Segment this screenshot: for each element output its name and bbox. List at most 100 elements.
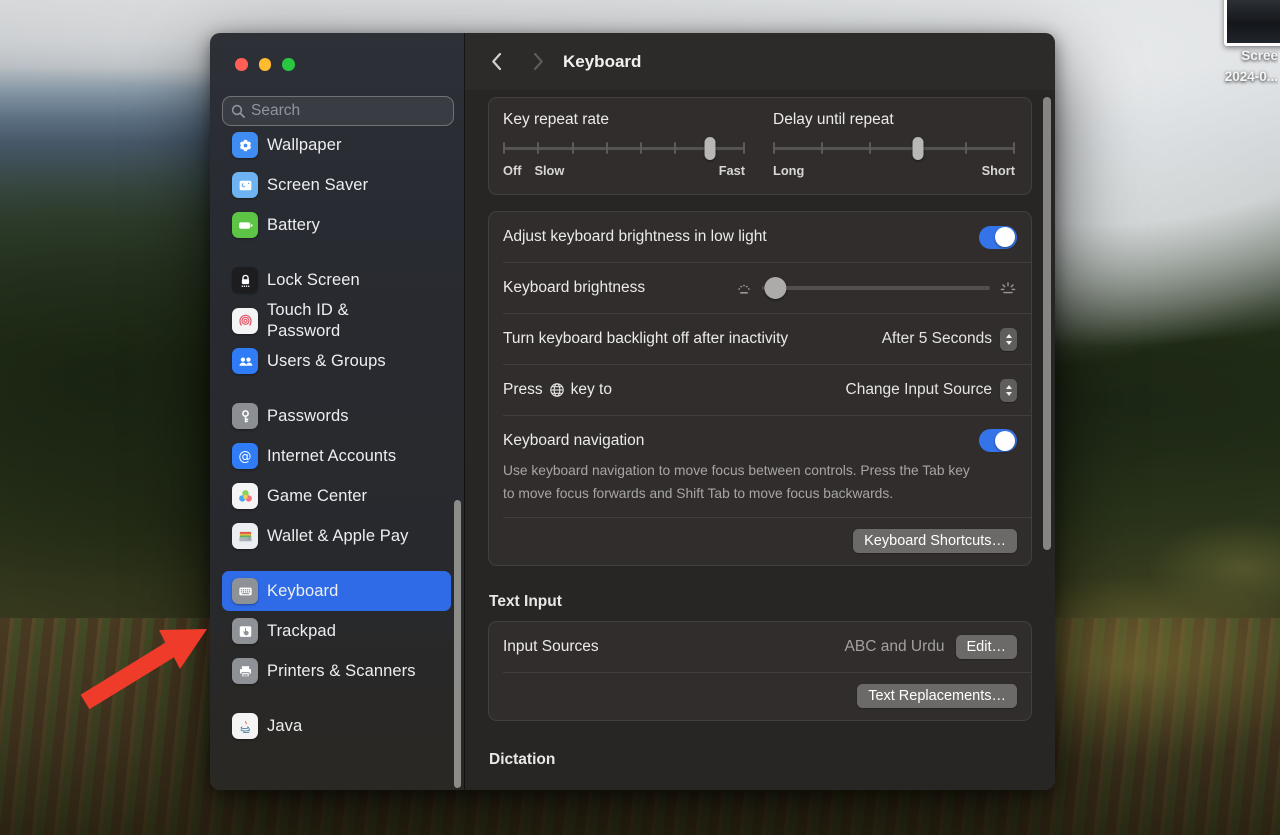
system-settings-window: Wallpaper Screen Saver Battery [210, 33, 1055, 790]
close-button[interactable] [235, 58, 248, 71]
short-label: Short [982, 163, 1015, 178]
off-label: Off [503, 163, 521, 178]
keyboard-brightness-low-icon [735, 281, 753, 295]
wallpaper-icon [232, 132, 258, 158]
key-repeat-slider-handle[interactable] [705, 137, 716, 160]
fingerprint-icon [232, 308, 258, 334]
printer-icon [232, 658, 258, 684]
sidebar-item-label: Java [267, 716, 302, 737]
search-input[interactable] [251, 102, 451, 120]
low-light-toggle[interactable] [979, 226, 1017, 249]
sidebar-item-keyboard[interactable]: Keyboard [222, 571, 451, 611]
delay-group: Delay until repeat Long Short [773, 111, 1015, 180]
sidebar-item-label: Touch ID & Password [267, 300, 373, 341]
sidebar-item-wallet[interactable]: Wallet & Apple Pay [222, 516, 451, 556]
input-sources-value: ABC and Urdu [845, 638, 945, 656]
delay-slider[interactable] [773, 136, 1015, 160]
sidebar-item-internet-accounts[interactable]: @ Internet Accounts [222, 436, 451, 476]
sidebar-item-screen-saver[interactable]: Screen Saver [222, 165, 451, 205]
sidebar-item-wallpaper[interactable]: Wallpaper [222, 125, 451, 165]
text-replacements-row: Text Replacements… [489, 673, 1031, 720]
text-input-card: Input Sources ABC and Urdu Edit… Text Re… [488, 621, 1032, 721]
sidebar-item-lock-screen[interactable]: Lock Screen [222, 260, 451, 300]
sidebar: Wallpaper Screen Saver Battery [210, 33, 465, 790]
main-content: Key repeat rate Off Slow Fast [465, 90, 1055, 769]
desktop: Scree 2024-0... [0, 0, 1280, 835]
battery-icon [232, 212, 258, 238]
text-input-section-header: Text Input [489, 593, 1032, 611]
zoom-button[interactable] [282, 58, 295, 71]
sidebar-item-label: Passwords [267, 406, 349, 427]
traffic-lights [235, 58, 295, 71]
globe-key-row: Press key to Change Input Source [489, 365, 1031, 415]
sidebar-item-label: Game Center [267, 486, 367, 507]
globe-key-dropdown[interactable] [1000, 379, 1017, 402]
svg-text:@: @ [239, 450, 252, 465]
at-sign-icon: @ [232, 443, 258, 469]
keyboard-navigation-label: Keyboard navigation [503, 432, 644, 450]
sidebar-item-trackpad[interactable]: Trackpad [222, 611, 451, 651]
sidebar-scrollbar-thumb[interactable] [454, 500, 461, 788]
keyboard-navigation-description: Use keyboard navigation to move focus be… [503, 459, 981, 505]
java-icon [232, 713, 258, 739]
sidebar-item-label: Lock Screen [267, 270, 360, 291]
screenshot-thumbnail [1227, 0, 1280, 43]
back-button[interactable] [485, 50, 507, 74]
brightness-slider[interactable] [762, 277, 990, 299]
globe-key-value: Change Input Source [846, 381, 993, 399]
delay-label: Delay until repeat [773, 111, 1015, 129]
sidebar-item-game-center[interactable]: Game Center [222, 476, 451, 516]
sidebar-item-printers[interactable]: Printers & Scanners [222, 651, 451, 691]
input-sources-row: Input Sources ABC and Urdu Edit… [489, 622, 1031, 672]
key-repeat-end-labels: Off Slow Fast [503, 163, 745, 180]
users-icon [232, 348, 258, 374]
trackpad-icon [232, 618, 258, 644]
text-replacements-button[interactable]: Text Replacements… [857, 684, 1017, 708]
repeat-rate-card: Key repeat rate Off Slow Fast [488, 97, 1032, 195]
screen-saver-icon [232, 172, 258, 198]
sidebar-item-label: Battery [267, 215, 320, 236]
edit-input-sources-button[interactable]: Edit… [956, 635, 1018, 659]
key-repeat-slider[interactable] [503, 136, 745, 160]
long-label: Long [773, 163, 804, 178]
sidebar-list: Wallpaper Screen Saver Battery [222, 125, 451, 761]
search-icon [231, 104, 245, 118]
sidebar-item-battery[interactable]: Battery [222, 205, 451, 245]
desktop-file-label-line1: Scree [1188, 46, 1278, 67]
backlight-off-row: Turn keyboard backlight off after inacti… [489, 314, 1031, 364]
sidebar-item-touch-id[interactable]: Touch ID & Password [222, 300, 451, 341]
minimize-button[interactable] [259, 58, 272, 71]
key-repeat-group: Key repeat rate Off Slow Fast [503, 111, 745, 180]
sidebar-item-java[interactable]: Java [222, 706, 451, 746]
key-repeat-label: Key repeat rate [503, 111, 745, 129]
input-sources-label: Input Sources [503, 638, 599, 656]
backlight-off-dropdown[interactable] [1000, 328, 1017, 351]
delay-slider-handle[interactable] [913, 137, 924, 160]
slow-label: Slow [534, 163, 564, 178]
search-field[interactable] [222, 96, 454, 126]
brightness-slider-handle[interactable] [765, 277, 787, 299]
main-header: Keyboard [465, 33, 1055, 90]
main-scrollbar-thumb[interactable] [1043, 97, 1051, 550]
forward-button[interactable] [527, 50, 549, 74]
keyboard-navigation-toggle[interactable] [979, 429, 1017, 452]
sidebar-item-label: Internet Accounts [267, 446, 396, 467]
page-title: Keyboard [563, 52, 641, 72]
shortcuts-button-row: Keyboard Shortcuts… [489, 518, 1031, 565]
main-pane: Keyboard Key repeat rate Off Sl [465, 33, 1055, 790]
lock-icon [232, 267, 258, 293]
desktop-file-label[interactable]: Scree 2024-0... [1188, 46, 1278, 88]
globe-icon [549, 382, 565, 398]
sidebar-item-passwords[interactable]: Passwords [222, 396, 451, 436]
sidebar-item-users-groups[interactable]: Users & Groups [222, 341, 451, 381]
sidebar-item-label: Wallpaper [267, 135, 342, 156]
desktop-file-icon[interactable] [1224, 0, 1280, 46]
sidebar-item-label: Keyboard [267, 581, 338, 602]
dictation-section-header: Dictation [489, 751, 1032, 769]
sidebar-item-label: Trackpad [267, 621, 336, 642]
low-light-row: Adjust keyboard brightness in low light [489, 212, 1031, 262]
sidebar-item-label: Wallet & Apple Pay [267, 526, 409, 547]
backlight-off-label: Turn keyboard backlight off after inacti… [503, 330, 788, 348]
keyboard-shortcuts-button[interactable]: Keyboard Shortcuts… [853, 529, 1017, 553]
sidebar-item-label: Screen Saver [267, 175, 368, 196]
